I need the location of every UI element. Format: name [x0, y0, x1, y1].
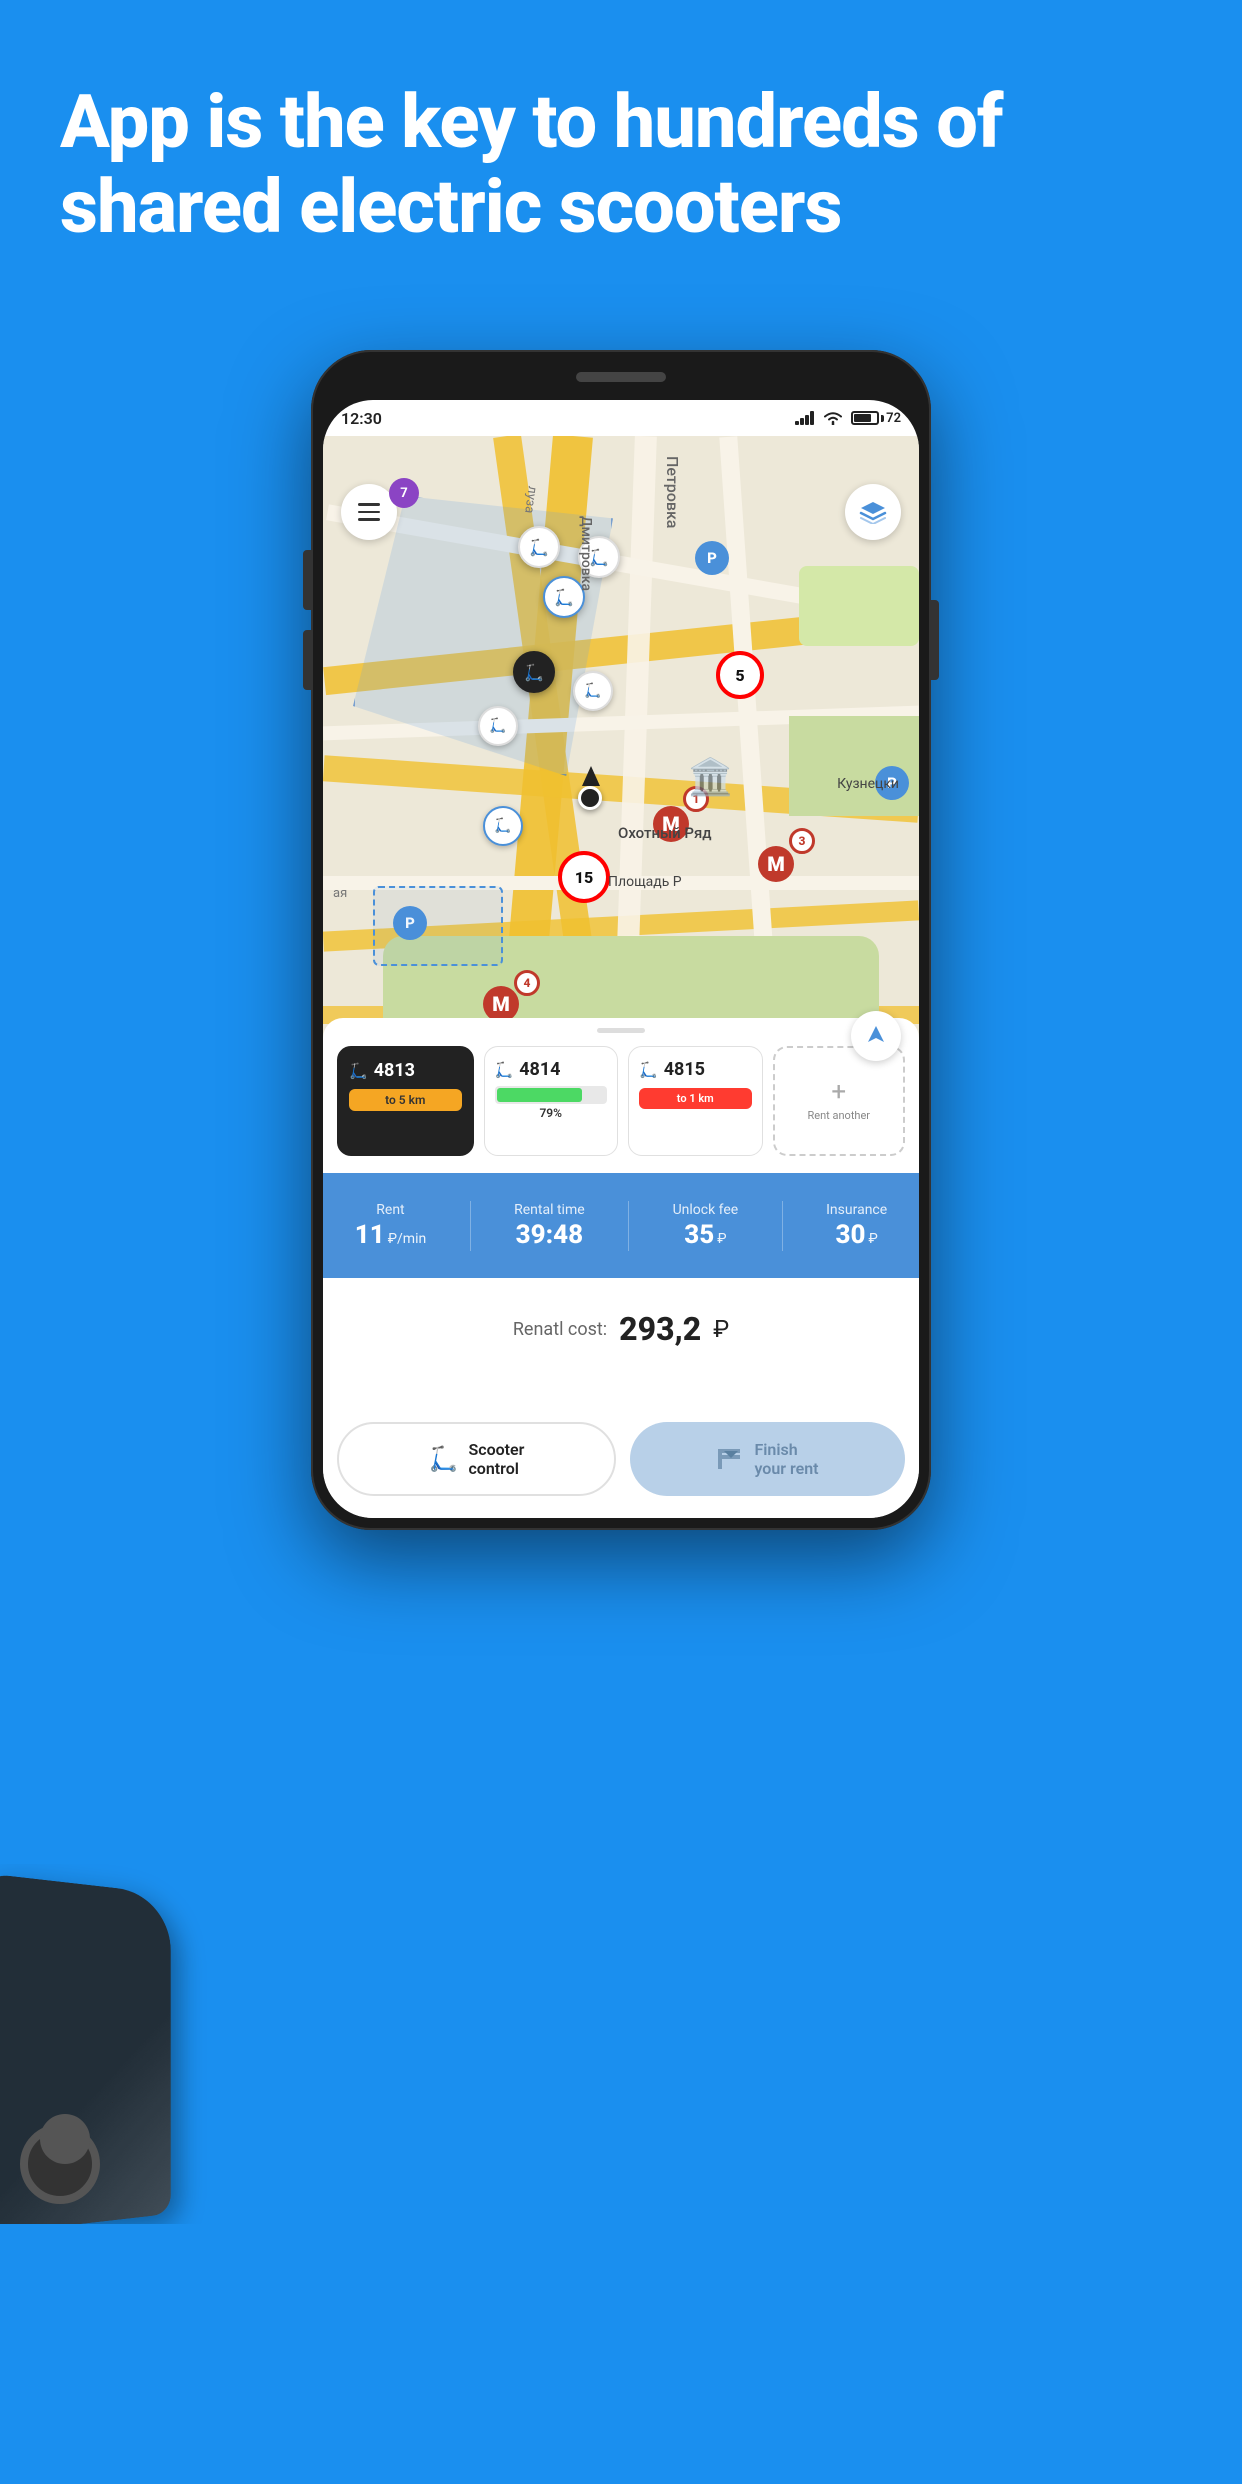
card-badge-4814: 79% — [495, 1106, 608, 1120]
location-button[interactable] — [851, 1011, 901, 1061]
card-battery-bar-4814 — [495, 1086, 608, 1104]
scooter-card-4814[interactable]: 🛴 4814 79% — [484, 1046, 619, 1156]
location-icon — [864, 1024, 888, 1048]
scooter-cards-row: 🛴 4813 to 5 km 🛴 4814 79% — [337, 1046, 905, 1156]
scooter-bg-silhouette — [0, 1864, 220, 2224]
layer-button[interactable] — [845, 484, 901, 540]
menu-line-1 — [358, 503, 380, 506]
rental-time-item: Rental time 39:48 — [514, 1202, 585, 1250]
building-icon: 🏛️ — [688, 756, 733, 798]
finish-rent-icon — [716, 1445, 744, 1473]
rent-another-card[interactable]: + Rent another — [773, 1046, 906, 1156]
menu-badge: 7 — [389, 478, 419, 508]
bottom-panel: 🛴 4813 to 5 km 🛴 4814 79% — [323, 1018, 919, 1518]
phone-speaker — [576, 372, 666, 382]
rent-label: Rent — [376, 1202, 404, 1218]
rental-cost-value: 293,2 — [619, 1310, 701, 1348]
insurance-item: Insurance 30 ₽ — [826, 1202, 887, 1250]
finish-rent-label: Finishyour rent — [754, 1440, 818, 1478]
speed-value-5: 5 — [735, 666, 744, 685]
add-plus-icon: + — [831, 1079, 846, 1105]
scooter-control-icon: 🛴 — [429, 1445, 459, 1473]
unlock-fee-item: Unlock fee 35 ₽ — [673, 1202, 739, 1250]
scooter-control-button[interactable]: 🛴 Scootercontrol — [337, 1422, 616, 1496]
card-scooter-icon-3: 🛴 — [639, 1061, 658, 1079]
metro-marker-3: М — [483, 986, 519, 1022]
volume-button-2 — [303, 630, 311, 690]
signal-icon — [795, 411, 815, 425]
divider-3 — [782, 1201, 783, 1251]
parking-marker-1: P — [695, 541, 729, 575]
card-number-4813: 4813 — [374, 1060, 415, 1081]
scooter-control-label: Scootercontrol — [468, 1440, 524, 1478]
card-badge-4813: to 5 km — [349, 1089, 462, 1111]
map-label-aya: ая — [333, 886, 347, 901]
card-scooter-icon-1: 🛴 — [349, 1062, 368, 1080]
status-bar: 12:30 — [323, 400, 919, 436]
battery-value: 72 — [886, 411, 901, 426]
rental-cost-label: Renatl cost: — [513, 1319, 607, 1340]
map-label-kuznetski: Кузнецки — [837, 776, 899, 792]
map-label-dmitrovka: Дмитровка — [578, 516, 594, 591]
phone-device: 12:30 — [311, 350, 931, 1530]
drag-handle[interactable] — [597, 1028, 645, 1033]
speed-value-15: 15 — [575, 868, 593, 887]
unlock-label: Unlock fee — [673, 1202, 739, 1218]
scooter-card-4813[interactable]: 🛴 4813 to 5 km — [337, 1046, 474, 1156]
divider-1 — [470, 1201, 471, 1251]
hero-title: App is the key to hundreds of shared ele… — [60, 80, 1182, 250]
metro-num-2: 3 — [789, 828, 815, 854]
status-icons: 72 — [795, 411, 901, 426]
scooter-marker-6[interactable]: 🛴 — [478, 706, 518, 746]
wifi-icon — [823, 411, 843, 425]
scooter-marker-1[interactable]: 🛴 — [518, 526, 560, 568]
card-badge-4815: to 1 km — [639, 1088, 752, 1109]
insurance-unit: ₽ — [869, 1231, 878, 1247]
map-label-ohot: Охотный Ряд — [618, 824, 712, 842]
speed-limit-15: 15 — [558, 851, 610, 903]
parking-zone — [373, 886, 503, 966]
insurance-value: 30 — [836, 1220, 866, 1250]
status-time: 12:30 — [341, 409, 382, 428]
card-number-4815: 4815 — [664, 1059, 705, 1080]
rent-another-label: Rent another — [807, 1109, 870, 1122]
map-label-petrovka: Петровка — [663, 436, 682, 528]
volume-button — [303, 550, 311, 610]
action-buttons-row: 🛴 Scootercontrol Finishyour rent — [337, 1422, 905, 1496]
map-label-ploschad: Площадь Р — [608, 874, 682, 890]
power-button — [931, 600, 939, 680]
metro-num-3: 4 — [514, 970, 540, 996]
battery-icon: 72 — [851, 411, 901, 426]
rental-cost-row: Renatl cost: 293,2 ₽ — [323, 1296, 919, 1362]
menu-line-3 — [358, 518, 380, 521]
divider-2 — [628, 1201, 629, 1251]
nav-marker — [578, 766, 602, 810]
finish-rent-button[interactable]: Finishyour rent — [630, 1422, 905, 1496]
insurance-label: Insurance — [826, 1202, 887, 1218]
scooter-card-4815[interactable]: 🛴 4815 to 1 km — [628, 1046, 763, 1156]
rental-info-row: Rent 11 ₽/min Rental time 39:48 Unlock f… — [323, 1173, 919, 1278]
metro-marker-2: М — [758, 846, 794, 882]
unlock-unit: ₽ — [717, 1231, 726, 1247]
scooter-marker-7[interactable]: 🛴 — [483, 806, 523, 846]
rental-time-value: 39:48 — [516, 1220, 584, 1250]
speed-limit-5: 5 — [716, 651, 764, 699]
rent-info-item: Rent 11 ₽/min — [355, 1202, 426, 1250]
scooter-marker-active[interactable]: 🛴 — [513, 651, 555, 693]
menu-line-2 — [358, 511, 380, 514]
rental-time-label: Rental time — [514, 1202, 585, 1218]
unlock-value: 35 — [684, 1220, 714, 1250]
map-area[interactable]: 🛴 🛴 🛴 🛴 🛴 🛴 🛴 5 15 М 1 М 3 М — [323, 436, 919, 1116]
layers-icon — [859, 500, 887, 524]
rent-value: 11 — [355, 1220, 385, 1250]
rent-unit: ₽/min — [388, 1231, 426, 1247]
rental-cost-currency: ₽ — [713, 1315, 729, 1343]
phone-screen: 12:30 — [323, 400, 919, 1518]
card-scooter-icon-2: 🛴 — [495, 1061, 514, 1079]
scooter-marker-5[interactable]: 🛴 — [573, 671, 613, 711]
card-number-4814: 4814 — [519, 1059, 560, 1080]
